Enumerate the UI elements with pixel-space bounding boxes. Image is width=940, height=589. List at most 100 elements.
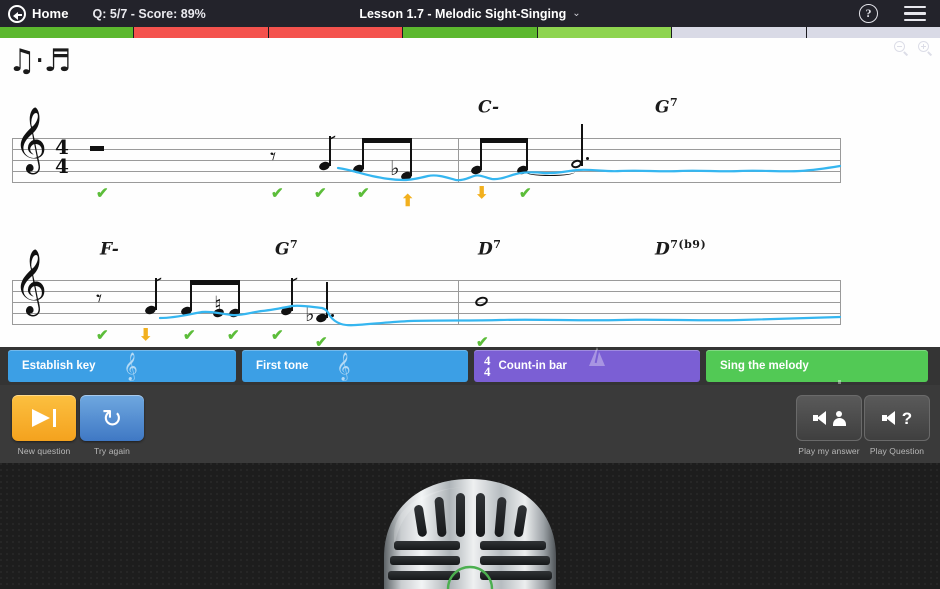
sing-the-melody-button[interactable]: Sing the melody — [706, 350, 928, 382]
staff-system-2: F- G7 D7 D7(b9) 𝄞 𝄾 𝅪 ♮ 𝅪 ♭ ✔ ⬇ ✔ ✔ ✔ ✔ … — [0, 238, 940, 347]
note-result-marker: ✔ — [314, 185, 327, 202]
eighth-rest: 𝄾 — [270, 144, 277, 170]
note-stem — [526, 138, 528, 170]
microphone-panel — [0, 463, 940, 589]
eighth-flag: 𝅪 — [329, 131, 336, 153]
staff-lines — [12, 280, 840, 328]
chord-symbol: F- — [100, 239, 120, 260]
chord-symbol: D7 — [478, 238, 502, 260]
treble-clef-icon: 𝄞 — [14, 107, 48, 172]
lesson-title: Lesson 1.7 - Melodic Sight-Singing — [359, 6, 567, 21]
note-stem — [581, 124, 583, 166]
chevron-down-icon: ⌄ — [572, 7, 581, 19]
zoom-out-icon[interactable] — [894, 41, 908, 56]
note-result-marker: ✔ — [357, 185, 370, 202]
first-tone-label: First tone — [256, 360, 309, 372]
half-rest — [90, 146, 104, 151]
first-tone-button[interactable]: First tone 𝄞 — [242, 350, 468, 382]
staff-lines — [12, 138, 840, 186]
new-question-label: New question — [17, 446, 71, 456]
vintage-microphone-image — [384, 479, 556, 589]
barline — [458, 138, 459, 183]
beam — [362, 138, 412, 143]
flat-accidental: ♭ — [390, 156, 400, 180]
note-result-marker: ⬆ — [401, 193, 415, 210]
note-result-marker: ✔ — [519, 185, 532, 202]
speaker-icon — [881, 410, 899, 426]
note-result-marker: ✔ — [227, 327, 240, 344]
note-result-marker: ✔ — [96, 185, 109, 202]
sing-the-melody-label: Sing the melody — [720, 360, 809, 372]
music-sheet-panel: ♫·♬ C- G7 𝄞 4 4 𝄾 𝅪 ♭ ✔ ✔ ✔ ✔ ⬆ ⬇ ✔ F- G… — [0, 38, 940, 347]
try-again-button[interactable]: ↻ — [80, 395, 144, 441]
speaker-icon — [812, 410, 830, 426]
note-stem — [480, 138, 482, 170]
note-result-marker: ✔ — [271, 185, 284, 202]
progress-segment-7 — [806, 27, 940, 38]
rhythm-pattern-glyph: ♫·♬ — [8, 43, 71, 79]
establish-key-button[interactable]: Establish key 𝄞 — [8, 350, 236, 382]
try-again-label: Try again — [93, 446, 131, 456]
home-button[interactable]: Home — [8, 4, 69, 23]
try-again-cell: ↻ Try again — [76, 395, 148, 456]
play-my-answer-button[interactable] — [796, 395, 862, 441]
skip-next-icon — [32, 409, 56, 427]
new-question-cell: New question — [8, 395, 80, 456]
note-result-marker: ⬇ — [475, 185, 489, 202]
chord-symbol: C- — [478, 97, 500, 118]
chord-symbol: D7(b9) — [655, 238, 707, 260]
music-sheet-inner: ♫·♬ C- G7 𝄞 4 4 𝄾 𝅪 ♭ ✔ ✔ ✔ ✔ ⬆ ⬇ ✔ F- G… — [0, 38, 940, 347]
play-question-cell: ? Play Question — [854, 395, 940, 456]
zoom-in-icon[interactable] — [918, 41, 932, 56]
augmentation-dot — [331, 314, 334, 317]
progress-segment-3 — [268, 27, 404, 38]
eighth-rest: 𝄾 — [96, 286, 103, 312]
refresh-icon: ↻ — [101, 403, 123, 433]
treble-clef-icon: 𝄞 — [123, 352, 138, 380]
home-button-label: Home — [32, 6, 69, 21]
eighth-flag: 𝅪 — [155, 273, 162, 295]
note-stem — [410, 138, 412, 176]
note-result-marker: ✔ — [271, 327, 284, 344]
augmentation-dot — [586, 157, 589, 160]
top-header-bar: Home Q: 5/7 - Score: 89% Lesson 1.7 - Me… — [0, 0, 940, 27]
chord-symbol: G7 — [655, 96, 679, 118]
count-in-bar-label: Count-in bar — [498, 360, 567, 372]
staff-right-edge — [840, 280, 841, 325]
question-progress-bar — [0, 27, 940, 38]
back-circle-icon — [8, 4, 26, 23]
barline — [458, 280, 459, 325]
note-stem — [238, 280, 240, 313]
note-result-marker: ✔ — [476, 334, 489, 347]
play-question-button[interactable]: ? — [864, 395, 930, 441]
establish-key-label: Establish key — [22, 360, 96, 372]
hamburger-menu-icon[interactable] — [904, 5, 926, 22]
progress-segment-4 — [403, 27, 538, 38]
beam — [190, 280, 240, 285]
sheet-zoom-controls — [894, 41, 932, 56]
person-icon — [832, 410, 846, 426]
staff-left-edge — [12, 280, 13, 325]
progress-segment-1 — [0, 27, 135, 38]
time-signature-icon: 44 — [484, 353, 491, 379]
note-result-marker: ⬇ — [139, 327, 153, 344]
treble-clef-icon: 𝄞 — [14, 249, 48, 314]
action-button-bar: Establish key 𝄞 First tone 𝄞 44 Count-in… — [0, 347, 940, 385]
question-mark-icon: ? — [901, 408, 913, 428]
note-result-marker: ✔ — [183, 327, 196, 344]
flat-accidental: ♭ — [305, 302, 315, 326]
new-question-button[interactable] — [12, 395, 76, 441]
note-result-marker: ✔ — [315, 334, 328, 347]
staff-left-edge — [12, 138, 13, 183]
app-root: Home Q: 5/7 - Score: 89% Lesson 1.7 - Me… — [0, 0, 940, 589]
time-signature: 4 4 — [55, 135, 69, 178]
eighth-flag: 𝅪 — [291, 273, 298, 295]
question-score-status: Q: 5/7 - Score: 89% — [92, 6, 206, 21]
progress-segment-5 — [537, 27, 673, 38]
lesson-selector[interactable]: Lesson 1.7 - Melodic Sight-Singing ⌄ — [359, 7, 580, 21]
chord-symbol: G7 — [275, 238, 299, 260]
count-in-bar-button[interactable]: 44 Count-in bar — [474, 350, 700, 382]
play-question-label: Play Question — [869, 446, 925, 456]
note-stem — [326, 282, 328, 318]
help-icon[interactable]: ? — [859, 4, 878, 23]
